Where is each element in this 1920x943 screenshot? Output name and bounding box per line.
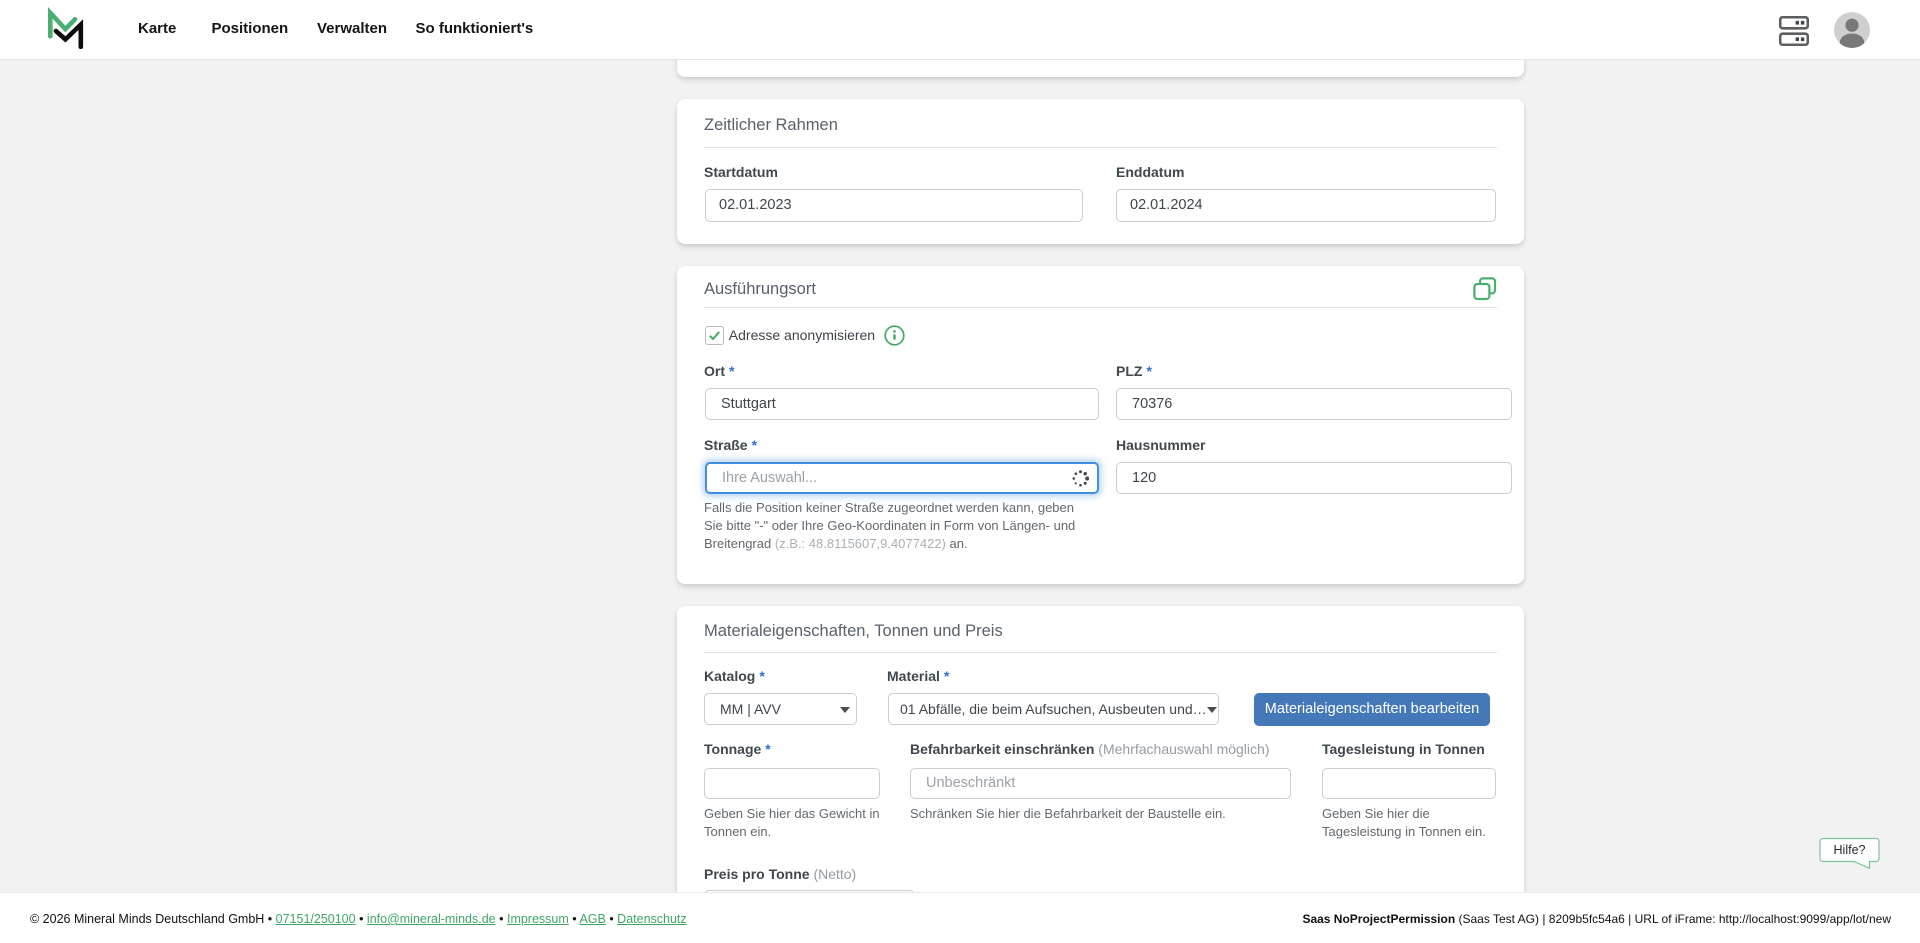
- svg-text:Hilfe?: Hilfe?: [1834, 843, 1866, 857]
